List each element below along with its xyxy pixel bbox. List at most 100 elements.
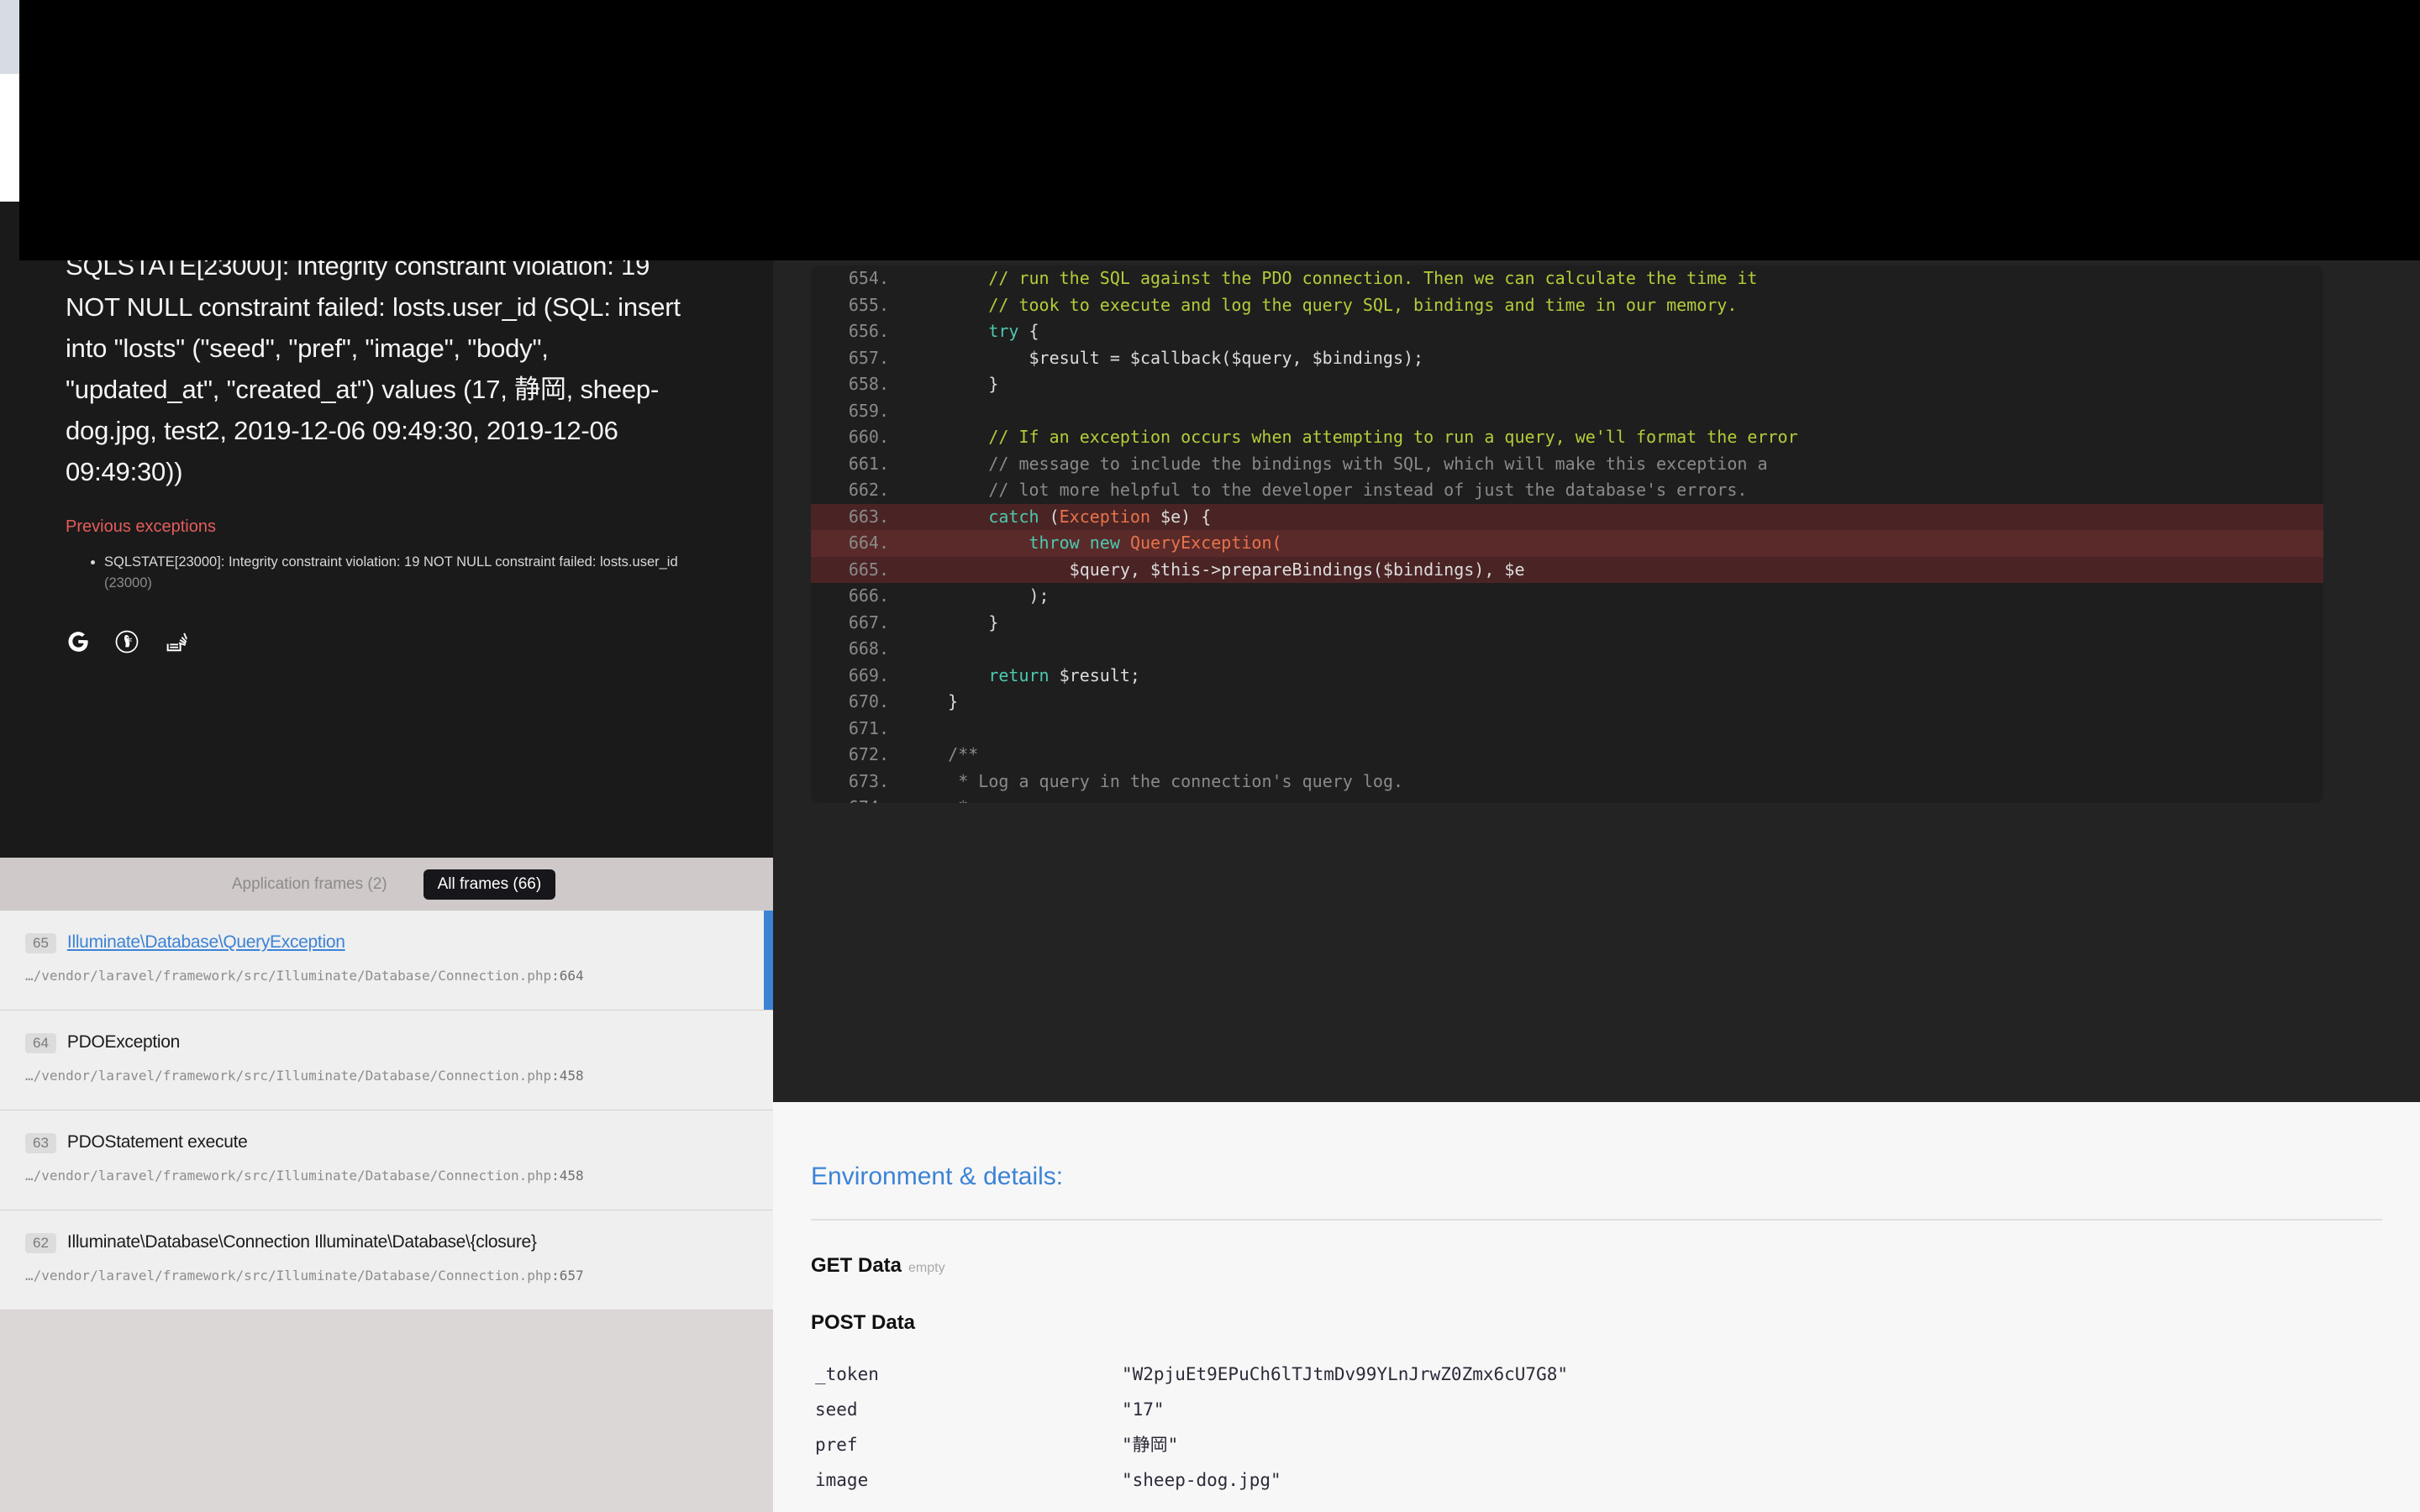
table-row: image "sheep-dog.jpg" (811, 1462, 2382, 1498)
left-panel: SQLSTATE[23000]: Integrity constraint vi… (0, 202, 773, 1512)
frame-file-path: …/vendor/laravel/framework/src/Illuminat… (25, 1268, 584, 1284)
code-line: 660. // If an exception occurs when atte… (811, 424, 2323, 451)
code-source: // run the SQL against the PDO connectio… (988, 268, 1758, 288)
line-number: 669. (848, 664, 889, 685)
frame-header: 65 Illuminate\Database\QueryException (25, 932, 748, 953)
line-number: 666. (848, 585, 889, 606)
code-source: } (908, 374, 999, 394)
post-data-value: "W2pjuEt9EPuCh6lTJtmDv99YLnJrwZ0Zmx6cU7G… (1122, 1364, 1569, 1384)
code-line: 662. // lot more helpful to the develope… (811, 477, 2323, 504)
post-data-key: image (815, 1470, 869, 1490)
code-line: 659. (811, 398, 2323, 425)
code-line: 657. $result = $callback($query, $bindin… (811, 345, 2323, 372)
line-number: 672. (848, 744, 889, 764)
code-line: 666. ); (811, 583, 2323, 610)
line-number: 670. (848, 691, 889, 711)
code-source: // lot more helpful to the developer ins… (988, 480, 1748, 500)
whoops-error-page: SQLSTATE[23000]: Integrity constraint vi… (0, 0, 2420, 1512)
get-data-heading: GET Data empty (811, 1254, 2382, 1278)
table-row: seed "17" (811, 1392, 2382, 1427)
environment-title: Environment & details: (811, 1163, 1064, 1190)
line-number: 654. (848, 268, 889, 288)
code-source: ); (908, 585, 1050, 606)
frame-header: 62 Illuminate\Database\Connection Illumin… (25, 1232, 748, 1253)
code-line: 674. * (811, 795, 2323, 803)
search-engine-icon-row (66, 629, 708, 654)
divider (811, 1219, 2382, 1221)
exception-message: SQLSTATE[23000]: Integrity constraint vi… (66, 251, 681, 486)
exception-summary-panel: SQLSTATE[23000]: Integrity constraint vi… (0, 202, 773, 996)
stack-frame-row[interactable]: 62 Illuminate\Database\Connection Illumin… (0, 1210, 773, 1310)
post-data-heading: POST Data (811, 1311, 916, 1334)
tab-all-frames[interactable]: All frames (66) (423, 869, 556, 900)
stack-frame-row[interactable]: 63 PDOStatement execute …/vendor/laravel/f… (0, 1110, 773, 1210)
post-data-key: pref (815, 1435, 858, 1455)
previous-exception-text: SQLSTATE[23000]: Integrity constraint vi… (104, 554, 678, 570)
stack-frame-row[interactable]: 64 PDOException …/vendor/laravel/framework… (0, 1011, 773, 1110)
frame-header: 63 PDOStatement execute (25, 1132, 748, 1153)
stackoverflow-search-icon[interactable] (163, 629, 188, 654)
previous-exceptions-list: SQLSTATE[23000]: Integrity constraint vi… (66, 552, 708, 594)
frame-index: 64 (25, 1033, 56, 1053)
table-row: _token "W2pjuEt9EPuCh6lTJtmDv99YLnJrwZ0Zm… (811, 1357, 2382, 1392)
line-number: 664. (848, 533, 889, 553)
frame-index: 62 (25, 1233, 56, 1253)
line-number: 674. (811, 795, 908, 803)
post-data-value: "静岡" (1122, 1435, 1179, 1455)
duckduckgo-search-icon[interactable] (114, 629, 139, 654)
line-number: 662. (848, 480, 889, 500)
stack-frame-row[interactable]: 65 Illuminate\Database\QueryException …/ve… (0, 911, 773, 1011)
code-source: // took to execute and log the query SQL… (988, 294, 1738, 315)
code-line: 661. // message to include the bindings … (811, 451, 2323, 478)
code-source: return $result; (988, 664, 1140, 685)
code-line: 664. throw new QueryException( (811, 530, 2323, 557)
code-source: * (908, 795, 968, 803)
frame-index: 65 (25, 933, 56, 953)
previous-exception-code: (23000) (104, 575, 152, 591)
table-row: pref "静岡" (811, 1427, 2382, 1462)
code-source: /** (948, 744, 979, 764)
line-number: 655. (848, 294, 889, 315)
environment-section: Environment & details: GET Data empty POS… (773, 1102, 2420, 1512)
post-data-key: _token (815, 1364, 879, 1384)
line-number: 656. (848, 321, 889, 341)
frame-file-path: …/vendor/laravel/framework/src/Illuminat… (25, 1068, 584, 1084)
code-source: } (908, 691, 959, 711)
code-source: $query, $this->prepareBindings($bindings… (908, 559, 1525, 580)
source-code-viewer[interactable]: 654. // run the SQL against the PDO conn… (811, 265, 2323, 803)
line-number: 657. (848, 347, 889, 368)
frame-file-path: …/vendor/laravel/framework/src/Illuminat… (25, 968, 584, 984)
code-line: 667. } (811, 610, 2323, 637)
post-data-table: _token "W2pjuEt9EPuCh6lTJtmDv99YLnJrwZ0Zm… (811, 1357, 2382, 1498)
frame-class-name: PDOException (66, 1032, 181, 1052)
previous-exceptions-heading: Previous exceptions (66, 517, 216, 536)
code-source: } (908, 612, 999, 633)
code-line: 658. } (811, 371, 2323, 398)
code-line: 669. return $result; (811, 663, 2323, 690)
code-line: 673. * Log a query in the connection's q… (811, 769, 2323, 795)
frame-header: 64 PDOException (25, 1032, 748, 1053)
code-source: // message to include the bindings with … (988, 453, 1768, 474)
frames-tab-bar: Application frames (2) All frames (66) (0, 858, 773, 911)
frame-class-name[interactable]: Illuminate\Database\QueryException (67, 932, 345, 953)
get-data-empty: empty (908, 1261, 945, 1275)
line-number: 668. (848, 638, 889, 659)
code-line: 668. (811, 636, 2323, 663)
code-source: $result = $callback($query, $bindings); (908, 347, 1424, 368)
code-source: try { (988, 321, 1039, 341)
post-data-value: "sheep-dog.jpg" (1122, 1470, 1281, 1490)
stack-frames-list[interactable]: 65 Illuminate\Database\QueryException …/ve… (0, 911, 773, 1512)
line-number: 665. (848, 559, 889, 580)
line-number: 667. (848, 612, 889, 633)
code-line: 672. /** (811, 742, 2323, 769)
line-number: 661. (848, 453, 889, 474)
frame-class-name: Illuminate\Database\Connection Illuminat… (66, 1232, 537, 1252)
frame-class-name: PDOStatement execute (66, 1132, 248, 1152)
code-source: * Log a query in the connection's query … (958, 770, 1404, 791)
google-search-icon[interactable] (66, 629, 91, 654)
occluding-overlay (19, 0, 2420, 260)
tab-application-frames[interactable]: Application frames (2) (218, 869, 402, 900)
get-data-label: GET Data (811, 1254, 902, 1277)
code-line: 663. catch (Exception $e) { (811, 503, 2323, 530)
code-line: 670. } (811, 689, 2323, 716)
